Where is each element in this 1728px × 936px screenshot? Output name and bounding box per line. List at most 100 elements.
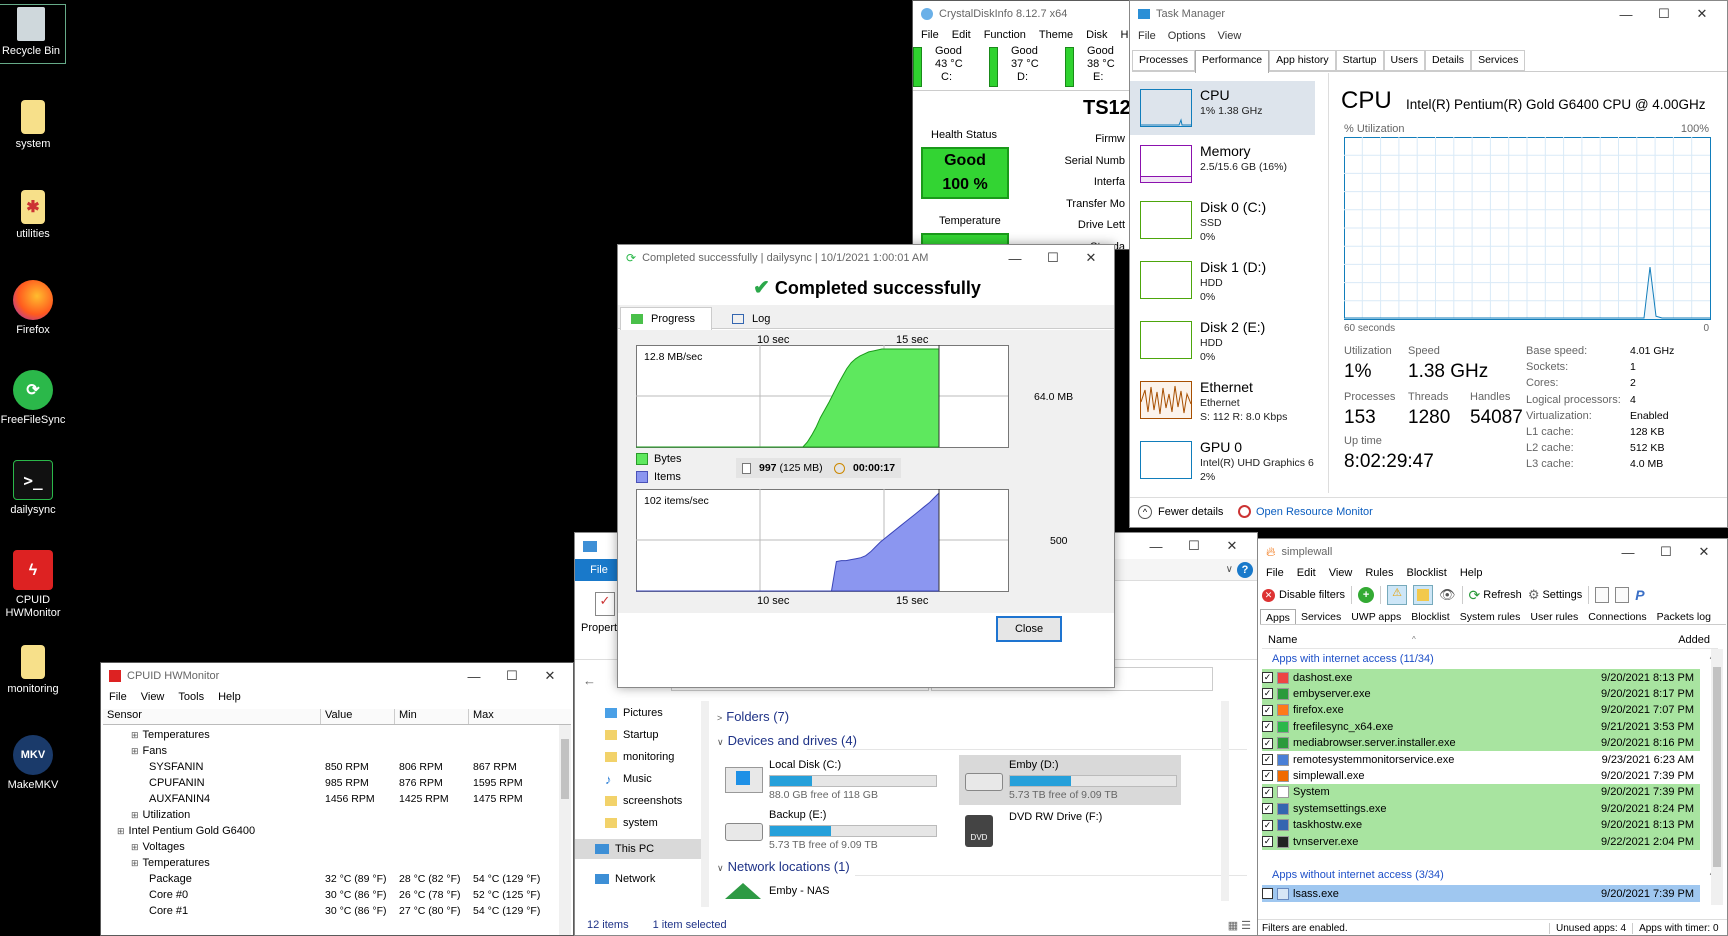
list-item[interactable]: ✓ embyserver.exe 9/20/2021 8:17 PM	[1262, 685, 1700, 703]
devices-group[interactable]: ∨ Devices and drives (4)	[717, 733, 857, 748]
minimize-button[interactable]: —	[996, 245, 1034, 271]
donate-icon[interactable]: P	[1635, 587, 1644, 603]
menu-file[interactable]: File	[1138, 30, 1156, 42]
desktop-icon-hwmonitor[interactable]: ϟ CPUID HWMonitor	[0, 550, 70, 620]
menu-view[interactable]: View	[1329, 567, 1353, 579]
tab-user-rules[interactable]: User rules	[1525, 609, 1583, 624]
fewer-details-button[interactable]: ^ Fewer details	[1138, 505, 1223, 519]
minimize-button[interactable]: —	[1607, 1, 1645, 27]
menu-help[interactable]: Help	[1460, 567, 1483, 579]
back-arrow-icon[interactable]: ←	[583, 673, 596, 688]
chevron-down-icon[interactable]: ∨	[1226, 564, 1233, 575]
log-icon[interactable]	[1595, 587, 1610, 603]
maximize-button[interactable]: ☐	[1647, 539, 1685, 565]
tab-progress[interactable]: Progress	[620, 307, 712, 330]
menu-view[interactable]: View	[1218, 30, 1242, 42]
list-item[interactable]: ✓ dashost.exe 9/20/2021 8:13 PM	[1262, 669, 1700, 686]
content-scrollbar[interactable]	[1221, 701, 1229, 901]
clear-log-icon[interactable]	[1615, 587, 1630, 603]
recycle-bin-icon[interactable]: Recycle Bin	[0, 4, 66, 64]
menu-help[interactable]: Help	[218, 691, 241, 703]
maximize-button[interactable]: ☐	[1645, 1, 1683, 27]
warning-icon[interactable]: ⚠	[1387, 585, 1408, 605]
menu-edit[interactable]: Edit	[952, 29, 971, 41]
list-item[interactable]: ✓ systemsettings.exe 9/20/2021 8:24 PM	[1262, 800, 1700, 818]
desktop-icon-system[interactable]: system	[0, 100, 70, 151]
file-tab[interactable]: File	[575, 559, 623, 581]
tab-processes[interactable]: Processes	[1132, 50, 1196, 71]
minimize-button[interactable]: —	[455, 663, 493, 689]
menu-edit[interactable]: Edit	[1297, 567, 1316, 579]
help-icon[interactable]: ?	[1237, 562, 1253, 578]
menu-disk[interactable]: Disk	[1086, 29, 1107, 41]
menu-function[interactable]: Function	[984, 29, 1026, 41]
expand-toggle-icon[interactable]: ⊞	[131, 746, 139, 756]
list-item[interactable]: ✓ taskhostw.exe 9/20/2021 8:13 PM	[1262, 816, 1700, 834]
drive-c[interactable]: Local Disk (C:) 88.0 GB free of 118 GB	[725, 759, 937, 803]
tab-log[interactable]: Log	[718, 309, 798, 329]
scrollbar[interactable]	[1711, 649, 1723, 905]
desktop-icon-dailysync[interactable]: >_ dailysync	[0, 460, 70, 517]
sidebar-item-ethernet[interactable]: Ethernet Ethernet S: 112 R: 8.0 Kbps	[1130, 373, 1315, 427]
minimize-button[interactable]: —	[1609, 539, 1647, 565]
nav-item-music[interactable]: ♪ Music	[605, 771, 652, 787]
maximize-button[interactable]: ☐	[1034, 245, 1072, 271]
network-locations-group[interactable]: ∨ Network locations (1)	[717, 859, 850, 874]
close-dialog-button[interactable]: Close	[996, 616, 1062, 642]
desktop-icon-firefox[interactable]: Firefox	[0, 280, 70, 337]
tab-services[interactable]: Services	[1471, 50, 1526, 71]
tab-startup[interactable]: Startup	[1335, 50, 1384, 71]
scroll-thumb[interactable]	[561, 739, 569, 799]
expand-toggle-icon[interactable]: ⊞	[131, 810, 139, 820]
close-button[interactable]: ✕	[1213, 533, 1251, 559]
tab-details[interactable]: Details	[1424, 50, 1472, 71]
list-item[interactable]: ✓ freefilesync_x64.exe 9/21/2021 3:53 PM	[1262, 718, 1700, 736]
app-checkbox[interactable]: ✓	[1262, 803, 1273, 815]
network-item-emby-nas[interactable]: Emby - NAS	[725, 883, 830, 899]
list-item[interactable]: ✓ tvnserver.exe 9/22/2021 2:04 PM	[1262, 833, 1700, 850]
close-button[interactable]: ✕	[1685, 539, 1723, 565]
sidebar-item-disk2[interactable]: Disk 2 (E:) HDD 0%	[1130, 313, 1315, 367]
menu-file[interactable]: File	[921, 29, 939, 41]
nav-item-screenshots[interactable]: screenshots	[605, 793, 682, 809]
col-added[interactable]: Added	[1678, 634, 1710, 646]
tab-app-history[interactable]: App history	[1269, 50, 1336, 71]
sensor-row[interactable]: ⊞ Temperatures	[103, 855, 559, 871]
nav-item-system[interactable]: system	[605, 815, 658, 831]
tab-connections[interactable]: Connections	[1583, 609, 1651, 624]
nav-item-startup[interactable]: Startup	[605, 727, 658, 743]
menu-tools[interactable]: Tools	[178, 691, 204, 703]
drive-e[interactable]: Backup (E:) 5.73 TB free of 9.09 TB	[725, 809, 937, 853]
title-bar[interactable]: Task Manager — ☐ ✕	[1130, 1, 1727, 27]
app-checkbox[interactable]: ✓	[1262, 819, 1273, 831]
notes-icon[interactable]	[1413, 585, 1434, 605]
menu-blocklist[interactable]: Blocklist	[1406, 567, 1446, 579]
tab-apps[interactable]: Apps	[1260, 609, 1296, 624]
sidebar-item-cpu[interactable]: CPU 1% 1.38 GHz	[1130, 81, 1315, 135]
menu-theme[interactable]: Theme	[1039, 29, 1073, 41]
view-toggle-icons[interactable]: ▦ ☰	[1228, 919, 1251, 932]
desktop-icon-utilities[interactable]: ✱ utilities	[0, 190, 70, 241]
eye-icon[interactable]: 👁︎	[1439, 587, 1456, 603]
disk-c-button[interactable]: Good 43 °C C:	[913, 45, 975, 89]
open-resource-monitor-link[interactable]: Open Resource Monitor	[1238, 505, 1373, 518]
sensor-row[interactable]: CPUFANIN 985 RPM 876 RPM 1595 RPM	[103, 775, 559, 791]
nav-item-network[interactable]: Network	[595, 871, 655, 887]
sensor-row[interactable]: AUXFANIN4 1456 RPM 1425 RPM 1475 RPM	[103, 791, 559, 807]
col-max[interactable]: Max	[469, 709, 559, 724]
app-checkbox[interactable]: ✓	[1262, 704, 1273, 716]
nav-item-pictures[interactable]: Pictures	[605, 705, 663, 721]
close-button[interactable]: ✕	[1072, 245, 1110, 271]
col-value[interactable]: Value	[321, 709, 395, 724]
group-without-internet[interactable]: Apps without internet access (3/34) ^	[1272, 867, 1714, 883]
menu-file[interactable]: File	[1266, 567, 1284, 579]
folders-group[interactable]: > Folders (7)	[717, 709, 789, 724]
desktop-icon-freefilesync[interactable]: ⟳ FreeFileSync	[0, 370, 70, 427]
app-checkbox[interactable]	[1262, 888, 1273, 899]
tab-users[interactable]: Users	[1383, 50, 1425, 71]
properties-icon[interactable]: ✓	[595, 592, 615, 616]
app-checkbox[interactable]: ✓	[1262, 672, 1273, 683]
list-item[interactable]: ✓ simplewall.exe 9/20/2021 7:39 PM	[1262, 767, 1700, 785]
title-bar[interactable]: ⟳ Completed successfully | dailysync | 1…	[618, 245, 1114, 271]
app-checkbox[interactable]: ✓	[1262, 770, 1273, 782]
